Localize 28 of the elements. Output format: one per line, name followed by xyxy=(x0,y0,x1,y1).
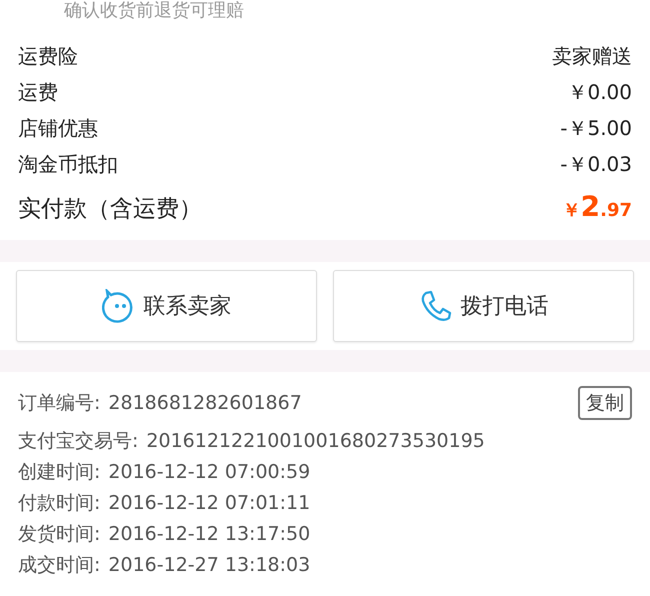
fee-label: 运费 xyxy=(18,79,58,106)
action-button[interactable]: 拨打电话 xyxy=(333,270,634,342)
info-value: 2818681282601867 xyxy=(108,390,302,416)
action-button[interactable]: 联系卖家 xyxy=(16,270,317,342)
info-value: 2016121221001001680273530195 xyxy=(146,429,485,454)
info-value: 2016-12-12 13:17:50 xyxy=(108,522,310,547)
copy-button[interactable]: 复制 xyxy=(578,386,632,420)
fee-label: 运费险 xyxy=(18,43,78,70)
fee-value: 卖家赠送 xyxy=(552,43,632,70)
info-label: 支付宝交易号: xyxy=(18,429,138,454)
fee-value: ￥0.00 xyxy=(567,79,632,106)
phone-icon xyxy=(418,289,452,323)
info-label: 订单编号: xyxy=(18,390,100,416)
notice-text: 确认收货前退货可理赔 xyxy=(64,0,245,22)
fee-label: 店铺优惠 xyxy=(18,115,98,142)
total-amount: ￥2.97 xyxy=(562,189,632,225)
info-value: 2016-12-12 07:00:59 xyxy=(108,460,310,485)
info-label: 成交时间: xyxy=(18,553,100,578)
info-value: 2016-12-27 13:18:03 xyxy=(108,553,310,578)
info-label: 创建时间: xyxy=(18,460,100,485)
total-label: 实付款（含运费） xyxy=(18,195,202,224)
fee-label: 淘金币抵扣 xyxy=(18,151,118,178)
info-value: 2016-12-12 07:01:11 xyxy=(108,491,310,516)
chat-bubble-icon xyxy=(102,289,136,323)
fee-value: -￥5.00 xyxy=(560,115,632,142)
fee-value: -￥0.03 xyxy=(560,151,632,178)
info-label: 付款时间: xyxy=(18,491,100,516)
info-label: 发货时间: xyxy=(18,522,100,547)
